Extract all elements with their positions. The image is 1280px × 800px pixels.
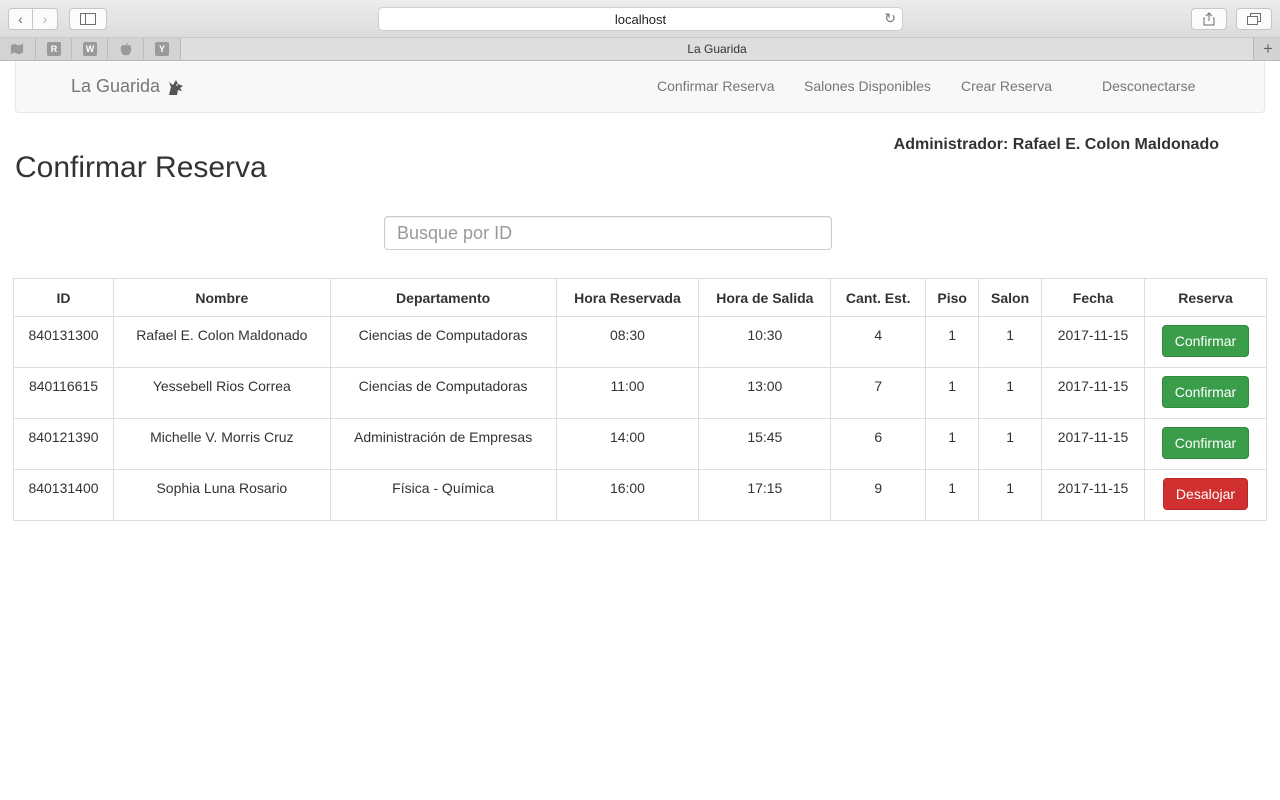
cell-id: 840121390 <box>13 418 114 470</box>
bookmark-separator <box>35 38 36 60</box>
cell-fecha: 2017-11-15 <box>1041 469 1145 521</box>
cell-piso: 1 <box>925 418 980 470</box>
tab-overview-button[interactable] <box>1236 8 1272 30</box>
tabs-icon <box>1247 13 1261 25</box>
cell-hora-salida: 10:30 <box>698 316 832 368</box>
cell-hora-reservada: 11:00 <box>555 367 700 419</box>
map-bookmark-icon[interactable] <box>10 42 24 56</box>
column-header-departamento: Departamento <box>329 278 557 317</box>
cell-salon: 1 <box>978 367 1043 419</box>
cell-action: Confirmar <box>1143 418 1268 470</box>
table-row: 840131300 Rafael E. Colon Maldonado Cien… <box>13 316 1268 368</box>
bookmark-r-icon[interactable]: R <box>47 42 61 56</box>
cell-fecha: 2017-11-15 <box>1041 316 1145 368</box>
sidebar-toggle-button[interactable] <box>69 8 107 30</box>
cell-hora-reservada: 08:30 <box>555 316 700 368</box>
active-tab[interactable]: La Guarida <box>180 38 1254 60</box>
cell-cant-est: 4 <box>830 316 927 368</box>
table-header-row: ID Nombre Departamento Hora Reservada Ho… <box>13 278 1268 317</box>
column-header-piso: Piso <box>925 278 980 317</box>
app-navbar: La Guarida Confirmar Reserva Salones Dis… <box>15 61 1265 113</box>
bookmark-w-icon[interactable]: W <box>83 42 97 56</box>
share-button[interactable] <box>1191 8 1227 30</box>
nav-confirmar-reserva[interactable]: Confirmar Reserva <box>657 78 774 94</box>
cell-cant-est: 6 <box>830 418 927 470</box>
cell-departamento: Física - Química <box>329 469 557 521</box>
bookmark-y-icon[interactable]: Y <box>155 42 169 56</box>
brand-name: La Guarida <box>71 76 161 96</box>
cell-nombre: Rafael E. Colon Maldonado <box>112 316 331 368</box>
apple-bookmark-icon[interactable] <box>119 42 133 56</box>
cell-piso: 1 <box>925 316 980 368</box>
bookmark-separator <box>143 38 144 60</box>
confirmar-button[interactable]: Confirmar <box>1161 376 1250 408</box>
table-row: 840121390 Michelle V. Morris Cruz Admini… <box>13 418 1268 470</box>
share-icon <box>1203 12 1215 26</box>
cell-action: Confirmar <box>1143 316 1268 368</box>
forward-button[interactable]: › <box>33 8 58 30</box>
column-header-hora-reservada: Hora Reservada <box>555 278 700 317</box>
cell-hora-reservada: 16:00 <box>555 469 700 521</box>
cell-hora-reservada: 14:00 <box>555 418 700 470</box>
wolf-logo-icon <box>169 79 184 95</box>
cell-departamento: Administración de Empresas <box>329 418 557 470</box>
page-title: Confirmar Reserva <box>15 151 267 184</box>
brand-link[interactable]: La Guarida <box>71 76 186 97</box>
nav-salones-disponibles[interactable]: Salones Disponibles <box>804 78 931 94</box>
reservations-table: ID Nombre Departamento Hora Reservada Ho… <box>13 278 1268 521</box>
cell-id: 840131300 <box>13 316 114 368</box>
cell-action: Desalojar <box>1143 469 1268 521</box>
address-bar[interactable]: localhost ↻ <box>378 7 903 31</box>
back-button[interactable]: ‹ <box>8 8 33 30</box>
cell-fecha: 2017-11-15 <box>1041 418 1145 470</box>
cell-piso: 1 <box>925 367 980 419</box>
column-header-reserva: Reserva <box>1143 278 1268 317</box>
column-header-salon: Salon <box>978 278 1043 317</box>
cell-action: Confirmar <box>1143 367 1268 419</box>
chevron-right-icon: › <box>42 11 48 27</box>
nav-crear-reserva[interactable]: Crear Reserva <box>961 78 1052 94</box>
column-header-nombre: Nombre <box>112 278 331 317</box>
cell-nombre: Sophia Luna Rosario <box>112 469 331 521</box>
browser-toolbar: ‹ › localhost ↻ <box>0 0 1280 38</box>
cell-departamento: Ciencias de Computadoras <box>329 367 557 419</box>
chevron-left-icon: ‹ <box>18 11 23 27</box>
reload-icon[interactable]: ↻ <box>884 10 896 27</box>
cell-piso: 1 <box>925 469 980 521</box>
cell-hora-salida: 15:45 <box>698 418 832 470</box>
cell-salon: 1 <box>978 469 1043 521</box>
confirmar-button[interactable]: Confirmar <box>1161 325 1250 357</box>
cell-fecha: 2017-11-15 <box>1041 367 1145 419</box>
table-row: 840131400 Sophia Luna Rosario Física - Q… <box>13 469 1268 521</box>
cell-departamento: Ciencias de Computadoras <box>329 316 557 368</box>
cell-salon: 1 <box>978 316 1043 368</box>
tab-title: La Guarida <box>687 42 747 56</box>
cell-id: 840131400 <box>13 469 114 521</box>
plus-icon: + <box>1263 39 1273 58</box>
desalojar-button[interactable]: Desalojar <box>1162 478 1249 510</box>
new-tab-button[interactable]: + <box>1256 38 1280 60</box>
nav-desconectarse[interactable]: Desconectarse <box>1102 78 1195 94</box>
url-text: localhost <box>614 11 667 27</box>
column-header-cant-est: Cant. Est. <box>830 278 927 317</box>
tab-bar: R W Y La Guarida + <box>0 38 1280 61</box>
column-header-id: ID <box>13 278 114 317</box>
admin-label: Administrador: Rafael E. Colon Maldonado <box>893 136 1219 153</box>
cell-cant-est: 7 <box>830 367 927 419</box>
search-input[interactable] <box>384 216 832 250</box>
table-row: 840116615 Yessebell Rios Correa Ciencias… <box>13 367 1268 419</box>
cell-id: 840116615 <box>13 367 114 419</box>
bookmark-separator <box>71 38 72 60</box>
column-header-hora-salida: Hora de Salida <box>698 278 832 317</box>
cell-nombre: Yessebell Rios Correa <box>112 367 331 419</box>
cell-hora-salida: 17:15 <box>698 469 832 521</box>
cell-nombre: Michelle V. Morris Cruz <box>112 418 331 470</box>
cell-salon: 1 <box>978 418 1043 470</box>
cell-hora-salida: 13:00 <box>698 367 832 419</box>
bookmark-separator <box>107 38 108 60</box>
column-header-fecha: Fecha <box>1041 278 1145 317</box>
cell-cant-est: 9 <box>830 469 927 521</box>
confirmar-button[interactable]: Confirmar <box>1161 427 1250 459</box>
sidebar-icon <box>80 13 96 25</box>
